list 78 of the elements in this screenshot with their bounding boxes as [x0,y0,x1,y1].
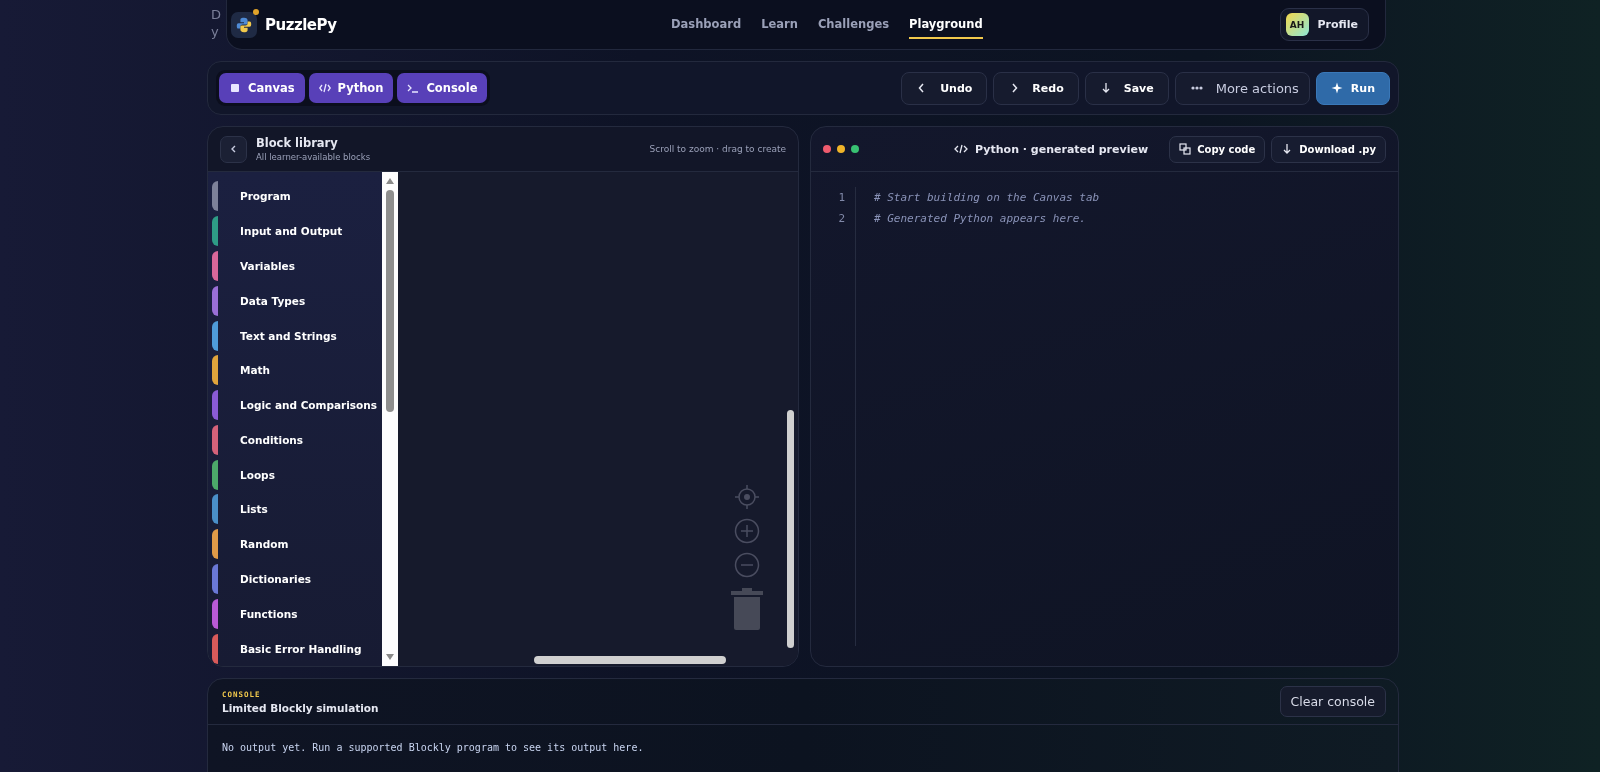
category-item[interactable]: Lists [208,492,382,527]
scrollbar[interactable] [534,656,726,664]
category-label: Variables [240,259,295,272]
action-button[interactable]: Undo [901,71,988,105]
scrollbar[interactable] [382,172,398,666]
category-label: Logic and Comparisons [240,399,378,412]
console-title: Limited Blockly simulation [222,701,379,714]
category-item[interactable]: Logic and Comparisons [208,387,382,423]
category-label: Basic Error Handling [240,642,362,655]
category-item[interactable]: Math [208,352,382,388]
view-tab[interactable]: Canvas [219,73,305,103]
category-item[interactable]: Input and Output [208,213,382,249]
category-item[interactable]: Data Types [208,283,382,319]
category-label: Random [240,538,289,551]
category-item[interactable]: Variables [208,248,382,284]
panel-title: Block library [256,136,339,150]
code-icon [318,82,331,94]
panel-title: Python · generated preview [975,142,1149,156]
category-item[interactable]: Basic Error Handling [208,631,382,666]
nav-link[interactable]: Learn [761,10,798,39]
recenter-icon[interactable] [734,484,760,510]
action-button[interactable]: Save [1084,71,1169,105]
zoom-out-icon[interactable] [734,552,760,578]
category-label: Data Types [240,294,306,307]
category-label: Conditions [240,433,304,446]
category-label: Loops [240,468,275,481]
window-dot [823,145,831,153]
code-comment: # Generated Python appears here. [874,211,1087,227]
copy-icon [1179,143,1192,155]
code-comment: # Start building on the Canvas tab [874,190,1100,206]
square-icon [229,82,241,94]
toolbar-button[interactable]: Copy code [1169,135,1266,163]
back-button[interactable] [220,135,247,163]
action-button[interactable]: More actions [1174,71,1310,105]
background-text: y [211,23,220,40]
view-tab[interactable]: Python [308,73,394,103]
workspace-canvas[interactable] [398,172,798,666]
avatar: AH [1285,13,1309,36]
category-label: Dictionaries [240,573,312,585]
notification-dot [253,8,259,15]
console-output: No output yet. Run a supported Blockly program to see its output here. [221,741,645,755]
line-number: 2 [837,211,845,227]
category-item[interactable]: Conditions [208,422,382,458]
category-item[interactable]: Dictionaries [208,561,382,597]
action-button[interactable]: Run [1315,71,1390,105]
category-item[interactable]: Functions [208,596,382,632]
category-label: Functions [240,607,298,620]
action-button[interactable]: Redo [993,71,1079,105]
category-label: Text and Strings [240,329,337,342]
category-label: Math [240,364,271,377]
category-item[interactable]: Program [208,179,382,214]
window-dot [851,145,859,153]
profile-button[interactable]: AH Profile [1279,8,1369,41]
category-item[interactable]: Loops [208,457,382,493]
terminal-icon [407,82,420,94]
code-icon [954,144,969,154]
category-label: Program [240,190,291,203]
brand-name[interactable]: PuzzlePy [265,15,337,34]
category-item[interactable]: Random [208,526,382,562]
scrollbar[interactable] [787,410,794,648]
category-label: Input and Output [240,225,343,238]
category-item[interactable]: Text and Strings [208,318,382,353]
panel-subtitle: All learner-available blocks [256,152,372,162]
sparkle-icon [1330,82,1343,94]
nav-link[interactable]: Challenges [817,10,890,39]
zoom-in-icon[interactable] [734,518,760,544]
toolbar-button[interactable]: Download .py [1271,135,1386,163]
window-dot [837,145,845,153]
category-label: Lists [240,503,268,516]
hint-text: Scroll to zoom · drag to create [649,144,786,154]
line-number: 1 [837,190,845,206]
python-logo-icon[interactable] [231,11,257,38]
clear-console-button[interactable]: Clear console [1279,686,1386,717]
nav-link[interactable]: Dashboard [671,10,742,39]
view-tab[interactable]: Console [397,73,488,103]
background-text: D [211,6,221,23]
trash-icon[interactable] [730,586,764,630]
nav-link[interactable]: Playground [909,10,983,39]
